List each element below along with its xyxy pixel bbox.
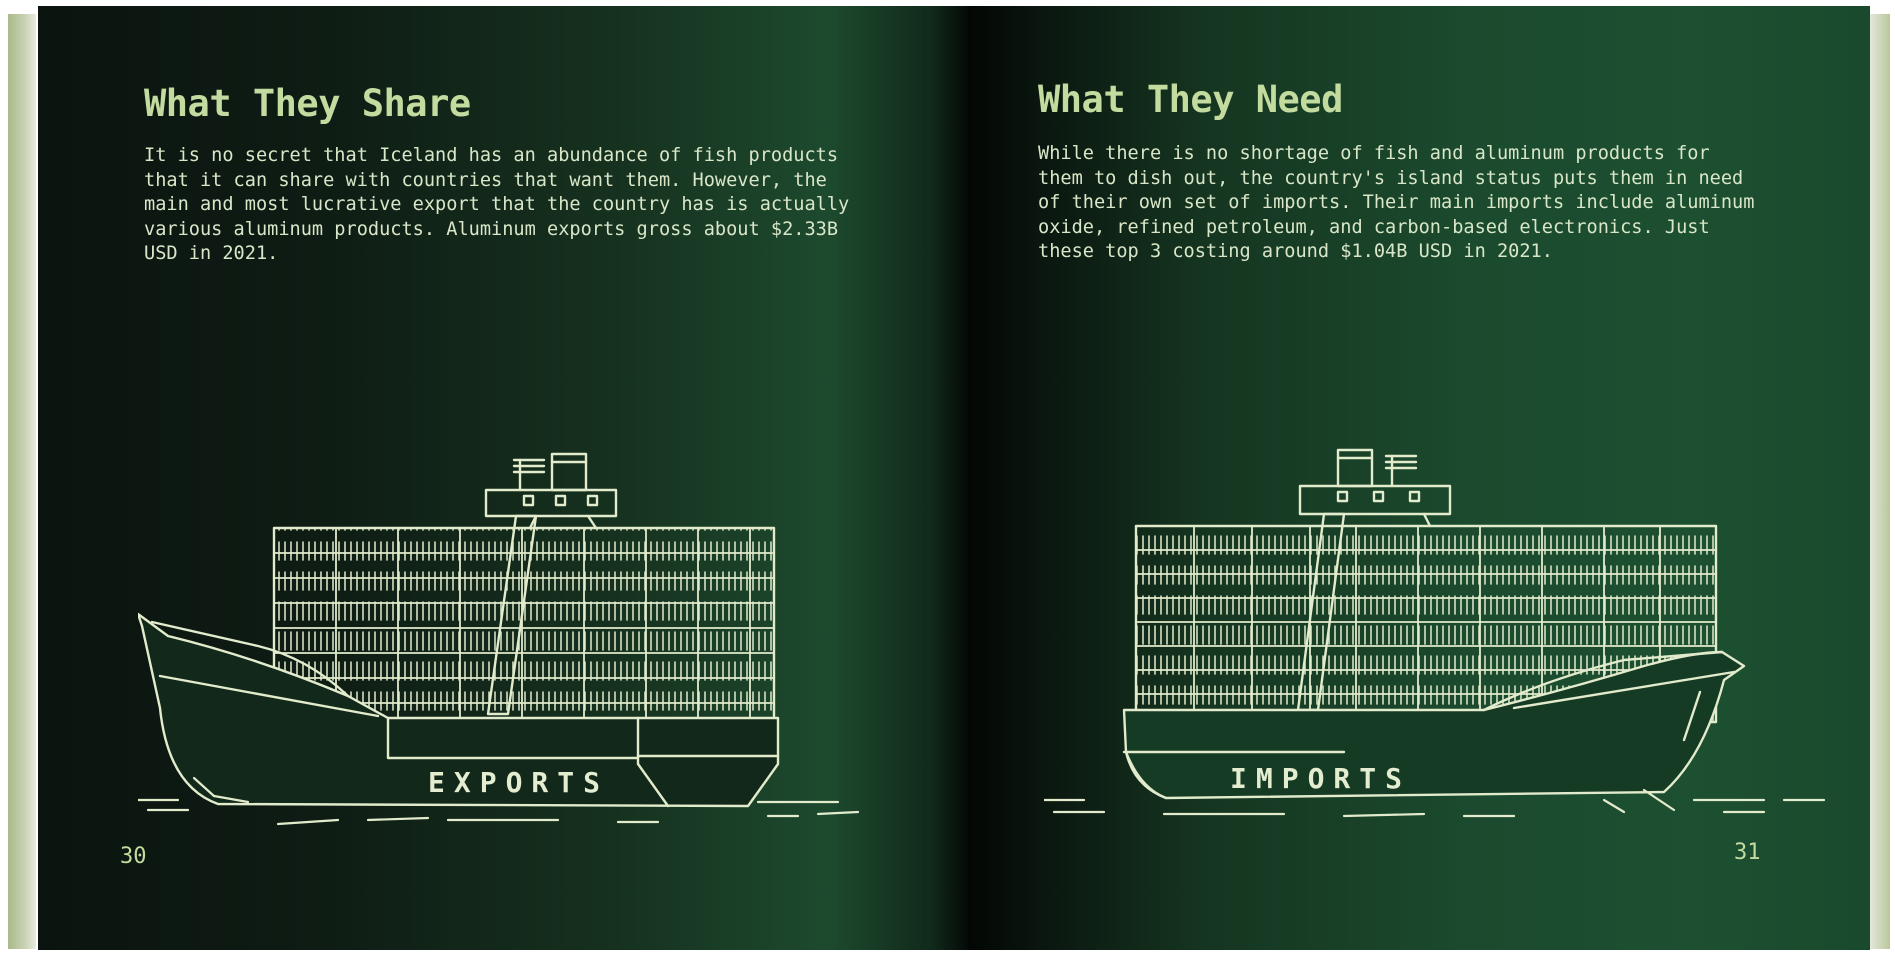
left-paragraph-line: main and most lucrative export that the … <box>144 194 850 215</box>
left-page-title: What They Share <box>144 82 471 125</box>
open-book: What They Share It is no secret that Ice… <box>0 0 1895 966</box>
right-paragraph-line: these top 3 costing around $1.04B USD in… <box>1038 241 1553 262</box>
exports-ship-label: EXPORTS <box>428 766 609 799</box>
book-page-edges-left <box>8 14 36 949</box>
imports-ship-label: IMPORTS <box>1230 762 1411 795</box>
right-paragraph-line: oxide, refined petroleum, and carbon-bas… <box>1038 216 1710 238</box>
right-page-paragraph: While there is no shortage of fish and a… <box>1038 142 1754 265</box>
left-paragraph-line: various aluminum products. Aluminum expo… <box>144 218 839 240</box>
left-paragraph-line: that it can share with countries that wa… <box>144 169 827 191</box>
left-paragraph-line: It is no secret that Iceland has an abun… <box>144 145 839 166</box>
left-page-paragraph: It is no secret that Iceland has an abun… <box>144 144 849 267</box>
right-page-title: What They Need <box>1038 78 1343 121</box>
left-page-number: 30 <box>120 844 147 869</box>
exports-ship-illustration: EXPORTS <box>138 446 958 826</box>
imports-ship-illustration: IMPORTS <box>1044 440 1864 820</box>
right-paragraph-line: of their own set of imports. Their main … <box>1038 192 1755 213</box>
right-paragraph-line: them to dish out, the country's island s… <box>1038 167 1744 189</box>
right-paragraph-line: While there is no shortage of fish and a… <box>1038 143 1710 164</box>
left-paragraph-line: USD in 2021. <box>144 243 279 264</box>
right-page-number: 31 <box>1734 840 1761 865</box>
book-page-edges-right <box>1870 14 1890 949</box>
right-page: What They Need While there is no shortag… <box>968 6 1870 950</box>
left-page: What They Share It is no secret that Ice… <box>38 6 968 950</box>
